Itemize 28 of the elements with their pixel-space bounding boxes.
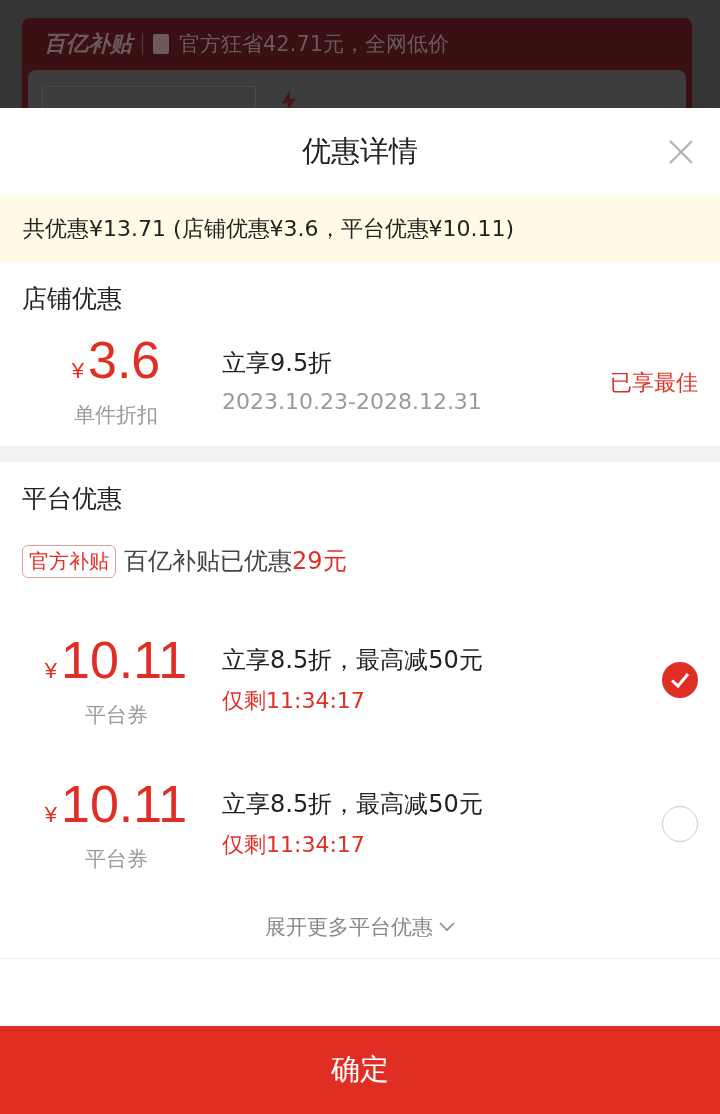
best-offer-label: 已享最佳 (610, 369, 698, 397)
validity-period: 2023.10.23-2028.12.31 (222, 388, 483, 414)
sheet-title: 优惠详情 (302, 133, 418, 170)
coupon-type: 平台券 (84, 845, 148, 873)
slogan-text: 官方狂省42.71元，全网低价 (179, 31, 450, 58)
section-heading: 平台优惠 (22, 483, 123, 514)
confirm-button[interactable]: 确定 (0, 1026, 720, 1114)
offer-title: 立享8.5折，最高减50元 (222, 789, 484, 820)
yen-tag-icon (153, 34, 169, 54)
checked-radio-icon[interactable] (662, 662, 698, 698)
section-heading: 店铺优惠 (22, 283, 123, 314)
expand-link[interactable]: 展开更多平台优惠 (265, 913, 455, 941)
coupon-amount: ¥3.6 (71, 331, 161, 391)
coupon-amount: ¥10.11 (44, 631, 188, 691)
chevron-down-icon (439, 922, 455, 932)
subsidy-tag: 官方补贴 (22, 544, 116, 578)
coupon-row[interactable]: ¥10.11 平台券 立享8.5折，最高减50元 仅剩11:34:17 (22, 752, 698, 896)
close-icon[interactable] (668, 139, 694, 165)
coupon-amount: ¥10.11 (44, 775, 188, 835)
countdown-text: 仅剩11:34:17 (222, 687, 366, 715)
subsidy-text: 百亿补贴已优惠29元 (124, 546, 347, 577)
offer-title: 立享8.5折，最高减50元 (222, 645, 484, 676)
coupon-type: 平台券 (84, 701, 148, 729)
countdown-text: 仅剩11:34:17 (222, 831, 366, 859)
offer-title: 立享9.5折 (222, 347, 334, 379)
coupon-row[interactable]: ¥10.11 平台券 立享8.5折，最高减50元 仅剩11:34:17 (22, 608, 698, 752)
coupon-type: 单件折扣 (74, 401, 158, 429)
discount-summary: 共优惠¥13.71 (店铺优惠¥3.6，平台优惠¥10.11) (0, 196, 720, 262)
